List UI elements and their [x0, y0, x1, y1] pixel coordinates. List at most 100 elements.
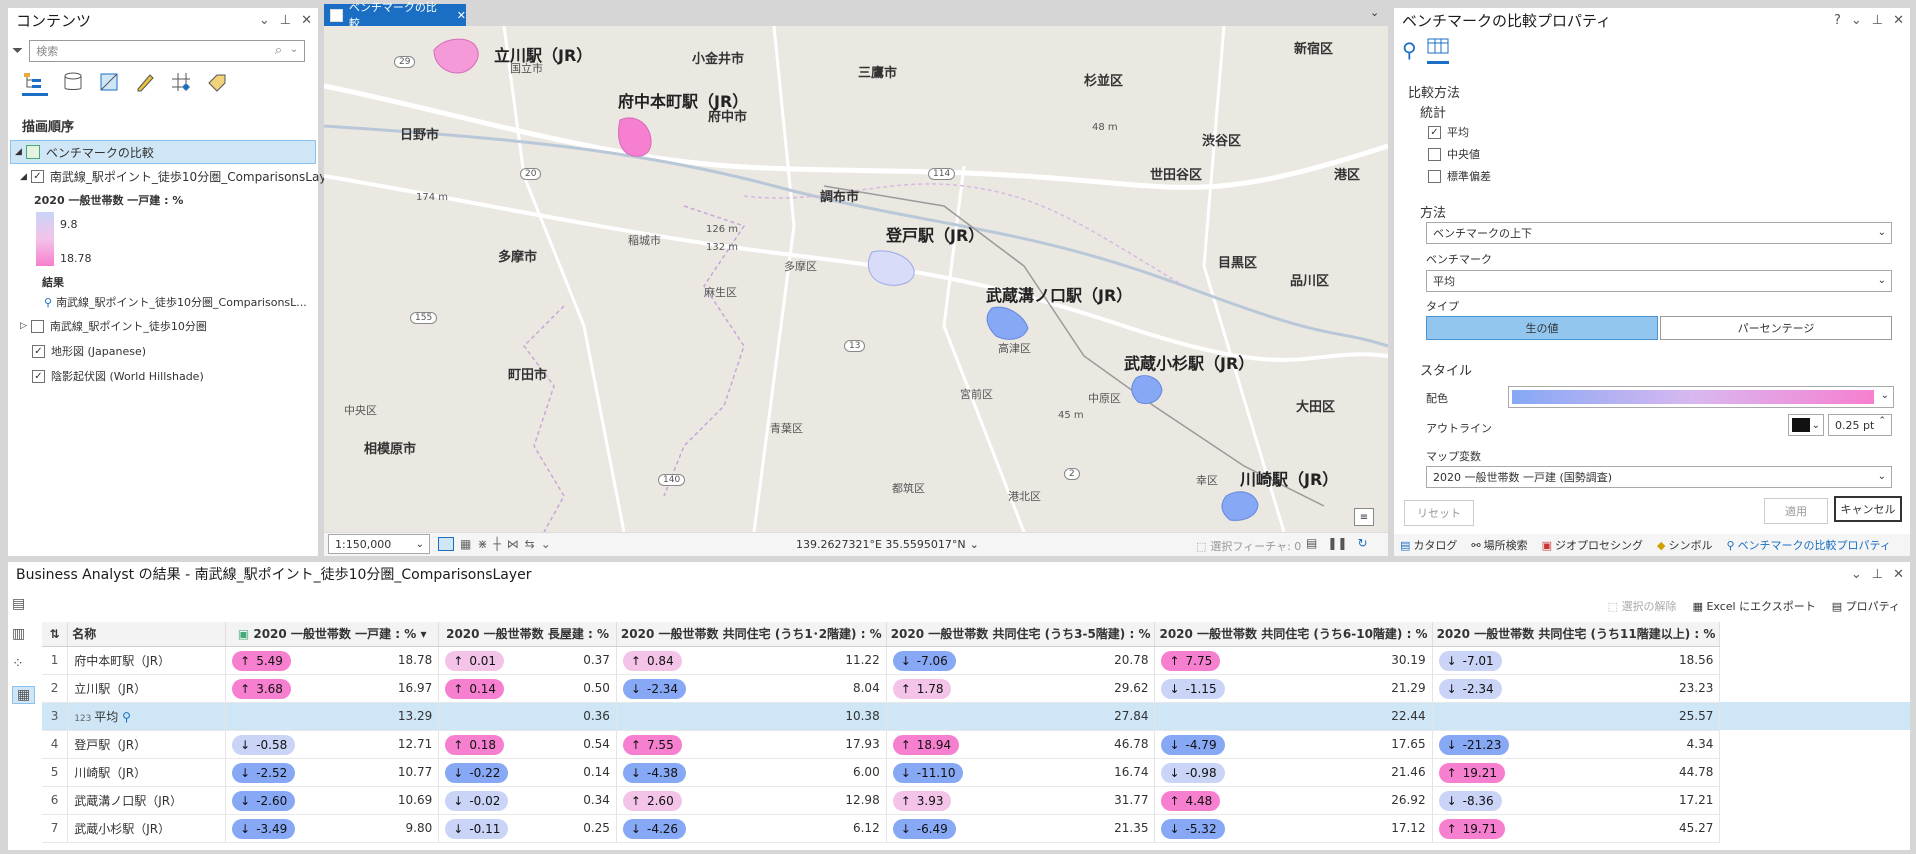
cancel-button[interactable]: キャンセル: [1834, 496, 1902, 522]
table-row[interactable]: 1 府中本町駅（JR） ↑ 5.49 18.78 ↑ 0.01 0.37 ↑ 0.84 11.22 ↓…: [42, 646, 1910, 675]
selected-features[interactable]: ⬚ 選択フィーチャ: 0: [1196, 538, 1301, 554]
map-variable-dropdown[interactable]: 2020 一般世帯数 一戸建 (国勢調査) ⌄: [1426, 466, 1892, 488]
grid-icon[interactable]: ▦: [460, 537, 471, 551]
value-cell[interactable]: ↓ -2.34 23.23: [1432, 674, 1721, 703]
pause-icon[interactable]: ❚❚: [1327, 536, 1347, 550]
benchmark-settings-icon[interactable]: ⚲: [1402, 38, 1417, 62]
value-cell[interactable]: ↓ -7.01 18.56: [1432, 646, 1721, 675]
layer-visibility-checkbox[interactable]: ✓: [32, 344, 45, 358]
table-row[interactable]: 3 123 平均 ⚲ 13.29 0.36 10.38 27.84 22.44 25.57: [42, 702, 1910, 731]
value-cell[interactable]: ↓ -1.15 21.29: [1154, 674, 1433, 703]
value-cell[interactable]: ↓ -21.23 4.34: [1432, 730, 1721, 759]
value-cell[interactable]: ↓ -4.38 6.00: [616, 758, 887, 787]
layer-topographic[interactable]: ✓ 地形図 (Japanese): [32, 343, 146, 359]
list-by-drawing-order-icon[interactable]: [22, 70, 48, 96]
tab-catalog[interactable]: ▤ カタログ: [1400, 537, 1457, 553]
value-cell[interactable]: ↓ -4.79 17.65: [1154, 730, 1433, 759]
pin-icon[interactable]: ⊥: [280, 13, 291, 28]
chevron-down-icon[interactable]: ⌄: [290, 44, 298, 55]
value-cell[interactable]: ↑ 0.14 0.50: [438, 674, 617, 703]
outline-width-stepper[interactable]: 0.25 pt ⌃: [1828, 414, 1892, 436]
value-cell[interactable]: ↓ -0.02 0.34: [438, 786, 617, 815]
pin-icon[interactable]: ⊥: [1872, 13, 1883, 28]
outline-color-picker[interactable]: ⌄: [1788, 414, 1824, 436]
value-cell[interactable]: 25.57: [1432, 702, 1721, 731]
value-cell[interactable]: ↑ 7.55 17.93: [616, 730, 887, 759]
benchmark-dropdown[interactable]: 平均 ⌄: [1426, 270, 1892, 292]
list-by-editing-icon[interactable]: [134, 71, 156, 96]
value-cell[interactable]: ↓ -0.11 0.25: [438, 814, 617, 843]
value-cell[interactable]: ↓ -8.36 17.21: [1432, 786, 1721, 815]
layer-catchment[interactable]: ▷ 南武線_駅ポイント_徒歩10分圏: [20, 318, 207, 334]
list-by-source-icon[interactable]: [62, 71, 84, 96]
table-row[interactable]: 6 武蔵溝ノ口駅（JR） ↓ -2.60 10.69 ↓ -0.02 0.34 ↑ 2.60 12.…: [42, 786, 1910, 815]
value-cell[interactable]: ↑ 0.18 0.54: [438, 730, 617, 759]
table-view-icon[interactable]: ▦: [12, 686, 36, 704]
scale-dropdown[interactable]: 1:150,000 ⌄: [328, 534, 430, 554]
constraint-icon[interactable]: ⇆: [525, 537, 535, 551]
value-cell[interactable]: ↑ 19.21 44.78: [1432, 758, 1721, 787]
value-cell[interactable]: 27.84: [886, 702, 1156, 731]
chevron-down-icon[interactable]: ⌄: [970, 538, 979, 551]
tab-geoprocessing[interactable]: ▣ ジオプロセシング: [1542, 537, 1643, 553]
value-cell[interactable]: ↑ 2.60 12.98: [616, 786, 887, 815]
column-header[interactable]: 2020 一般世帯数 共同住宅 (うち11階建以上) : %: [1432, 622, 1721, 647]
type-percentage-button[interactable]: パーセンテージ: [1660, 316, 1892, 340]
map-tip-icon[interactable]: ≡: [1354, 508, 1374, 526]
layer-hillshade[interactable]: ✓ 陰影起伏図 (World Hillshade): [32, 368, 204, 384]
value-cell[interactable]: ↓ -4.26 6.12: [616, 814, 887, 843]
value-cell[interactable]: ↓ -2.60 10.69: [225, 786, 440, 815]
column-header[interactable]: 2020 一般世帯数 共同住宅 (うち1･2階建) : %: [616, 622, 887, 647]
cursor-icon[interactable]: ┼: [493, 537, 500, 551]
value-cell[interactable]: ↑ 3.68 16.97: [225, 674, 440, 703]
tab-locate[interactable]: ⚯ 場所検索: [1471, 537, 1527, 553]
color-scheme-dropdown[interactable]: ⌄: [1508, 386, 1894, 408]
column-header[interactable]: ▣ 2020 一般世帯数 一戸建 : % ▾: [225, 622, 440, 647]
map-tab[interactable]: ベンチマークの比較 ✕: [324, 1, 466, 30]
column-header[interactable]: 2020 一般世帯数 長屋建 : %: [438, 622, 617, 647]
tab-benchmark-properties[interactable]: ⚲ ベンチマークの比較プロパティ: [1727, 537, 1891, 553]
close-icon[interactable]: ✕: [301, 13, 312, 28]
column-header[interactable]: 2020 一般世帯数 共同住宅 (うち6-10階建) : %: [1154, 622, 1433, 647]
layer-visibility-checkbox[interactable]: ✓: [30, 170, 44, 183]
value-cell[interactable]: ↓ -7.06 20.78: [886, 646, 1156, 675]
value-cell[interactable]: ↓ -2.52 10.77: [225, 758, 440, 787]
table-row[interactable]: 4 登戸駅（JR） ↓ -0.58 12.71 ↑ 0.18 0.54 ↑ 7.55 17.93 ↑ 1…: [42, 730, 1910, 759]
value-cell[interactable]: ↑ 3.93 31.77: [886, 786, 1156, 815]
chevron-down-icon[interactable]: ⌄: [541, 537, 551, 551]
stdev-checkbox[interactable]: 標準偏差: [1428, 168, 1491, 184]
value-cell[interactable]: ↑ 19.71 45.27: [1432, 814, 1721, 843]
search-icon[interactable]: ⌕: [275, 43, 282, 58]
table-row[interactable]: 7 武蔵小杉駅（JR） ↓ -3.49 9.80 ↓ -0.11 0.25 ↓ -4.26 6.12…: [42, 814, 1910, 843]
list-by-selection-icon[interactable]: [98, 71, 120, 96]
value-cell[interactable]: ↑ 5.49 18.78: [225, 646, 440, 675]
search-input[interactable]: 検索 ⌕ ⌄: [29, 40, 306, 62]
chevron-down-icon[interactable]: ⌄: [1851, 13, 1862, 28]
value-cell[interactable]: 22.44: [1154, 702, 1433, 731]
snapping-icon[interactable]: ⋇: [477, 537, 487, 551]
report-icon[interactable]: ▤: [12, 596, 35, 612]
close-tab-icon[interactable]: ✕: [457, 9, 466, 22]
value-cell[interactable]: ↑ 4.48 26.92: [1154, 786, 1433, 815]
chevron-down-icon[interactable]: ⌄: [1851, 567, 1862, 582]
close-icon[interactable]: ✕: [1893, 567, 1904, 582]
value-cell[interactable]: ↓ -5.32 17.12: [1154, 814, 1433, 843]
apply-button[interactable]: 適用: [1764, 498, 1828, 524]
filter-icon[interactable]: ⏷: [12, 43, 23, 59]
value-cell[interactable]: ↓ -0.22 0.14: [438, 758, 617, 787]
chevron-down-icon[interactable]: ⌄: [259, 13, 270, 28]
layer-comparisons[interactable]: ◢ ✓ 南武線_駅ポイント_徒歩10分圏_ComparisonsLayer1: [20, 168, 346, 185]
tab-symbology[interactable]: ◆ シンボル: [1657, 537, 1712, 553]
value-cell[interactable]: 10.38: [616, 702, 887, 731]
value-cell[interactable]: ↓ -11.10 16.74: [886, 758, 1156, 787]
grid-icon[interactable]: [438, 537, 454, 551]
list-by-labeling-icon[interactable]: [206, 71, 228, 96]
reset-button[interactable]: リセット: [1404, 500, 1474, 526]
value-cell[interactable]: ↓ -3.49 9.80: [225, 814, 440, 843]
value-cell[interactable]: ↓ -6.49 21.35: [886, 814, 1156, 843]
clear-selection-button[interactable]: ⬚ 選択の解除: [1608, 598, 1677, 614]
close-icon[interactable]: ✕: [1893, 13, 1904, 28]
value-cell[interactable]: ↓ -0.98 21.46: [1154, 758, 1433, 787]
value-cell[interactable]: ↓ -2.34 8.04: [616, 674, 887, 703]
value-cell[interactable]: 0.36: [438, 702, 617, 731]
